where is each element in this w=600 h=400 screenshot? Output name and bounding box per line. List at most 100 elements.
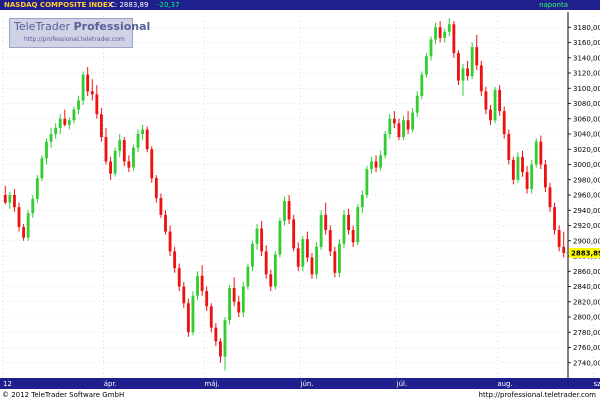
y-tick-label: 2900,00	[573, 237, 600, 245]
candle-body	[415, 95, 419, 113]
candle-body	[319, 214, 323, 247]
candle-body	[351, 230, 355, 243]
footer-url: http://professional.teletrader.com	[478, 391, 596, 399]
y-tick-label: 2980,00	[573, 176, 600, 184]
x-tick-label: aug.	[497, 380, 512, 388]
y-tick-label: 2960,00	[573, 192, 600, 200]
x-tick-label: szept	[593, 380, 600, 388]
candle-body	[525, 172, 529, 189]
chart-header-bar: NASDAQ COMPOSITE INDEX C: 2883,89 -20,37…	[0, 0, 600, 10]
candle-body	[186, 303, 190, 333]
candle-body	[475, 47, 479, 66]
candle-body	[95, 94, 99, 115]
candle-body	[443, 31, 447, 38]
candle	[356, 204, 360, 246]
candle-body	[232, 288, 236, 302]
y-tick-label: 3060,00	[573, 115, 600, 123]
footer-bar: © 2012 TeleTrader Software GmbH http://p…	[0, 390, 600, 400]
x-tick-label: júl.	[396, 380, 408, 388]
candle-body	[511, 159, 515, 180]
candle	[278, 217, 282, 258]
candle-body	[347, 214, 351, 231]
candle-body	[164, 214, 167, 232]
candle-body	[356, 207, 360, 243]
y-tick-label: 3000,00	[573, 161, 600, 169]
candle-body	[273, 254, 277, 287]
candle-body	[205, 291, 209, 307]
candle-body	[269, 274, 273, 287]
candle-body	[214, 327, 218, 342]
candle-body	[360, 195, 364, 208]
candle-body	[145, 129, 149, 150]
candle-body	[72, 109, 76, 121]
candle	[319, 210, 323, 250]
y-tick-label: 3140,00	[573, 54, 600, 62]
candle-body	[434, 27, 437, 40]
candle-body	[507, 134, 511, 160]
last-price-label: 2883,89	[571, 250, 600, 258]
candle	[81, 71, 85, 106]
candle	[145, 126, 149, 153]
candle	[507, 129, 511, 165]
candle-body	[77, 100, 80, 110]
candle-body	[58, 118, 62, 128]
candle-body	[246, 266, 250, 287]
candle-body	[383, 134, 387, 156]
candle	[113, 147, 117, 177]
candle-body	[173, 251, 177, 269]
candle-body	[534, 141, 538, 165]
candle-body	[543, 164, 547, 188]
candle-body	[379, 155, 383, 168]
candle	[383, 130, 387, 159]
candle-body	[150, 149, 154, 179]
candle	[543, 159, 547, 192]
candle-body	[191, 295, 195, 333]
candle-body	[489, 109, 492, 121]
y-tick-label: 3160,00	[573, 39, 600, 47]
candle-body	[3, 195, 7, 203]
candle	[40, 155, 44, 182]
x-axis: 12ápr.máj.jún.júl.aug.szeptokt.nov.	[0, 378, 600, 389]
candle	[241, 281, 245, 317]
y-tick-label: 2800,00	[573, 314, 600, 322]
candle	[301, 236, 305, 272]
candle-body	[40, 158, 44, 179]
candle-body	[122, 140, 126, 162]
candle-body	[35, 178, 39, 199]
y-tick-label: 3100,00	[573, 85, 600, 93]
candle-body	[113, 150, 117, 174]
teletrader-watermark: TeleTrader Professional http://professio…	[9, 18, 150, 48]
y-tick-label: 2780,00	[573, 329, 600, 337]
candle-body	[209, 306, 213, 328]
candle-body	[374, 161, 378, 168]
y-tick-label: 2820,00	[573, 298, 600, 306]
y-tick-label: 2940,00	[573, 207, 600, 215]
candle-body	[502, 111, 506, 134]
candle-body	[498, 89, 502, 112]
candle-body	[228, 288, 231, 321]
candle	[342, 210, 346, 249]
instrument-title: NASDAQ COMPOSITE INDEX	[4, 1, 114, 9]
candle-body	[548, 187, 552, 208]
candle-body	[461, 68, 465, 81]
x-tick-label: jún.	[300, 380, 314, 388]
candle-body	[493, 89, 497, 121]
candle	[338, 239, 341, 278]
candle	[191, 291, 195, 336]
candle-body	[49, 134, 53, 142]
watermark-brand: TeleTrader Professional	[14, 20, 150, 34]
y-tick-label: 2920,00	[573, 222, 600, 230]
candle-body	[196, 275, 199, 296]
candle	[457, 50, 460, 86]
candle	[502, 106, 506, 139]
candle	[35, 175, 39, 203]
candle-body	[81, 74, 85, 101]
candle-body	[13, 195, 16, 208]
candle-body	[530, 164, 534, 189]
candle-body	[241, 286, 245, 313]
candle	[246, 263, 250, 290]
y-tick-label: 2860,00	[573, 268, 600, 276]
candle-body	[392, 118, 396, 124]
x-tick-label: 12	[3, 380, 12, 388]
candle	[26, 210, 30, 241]
